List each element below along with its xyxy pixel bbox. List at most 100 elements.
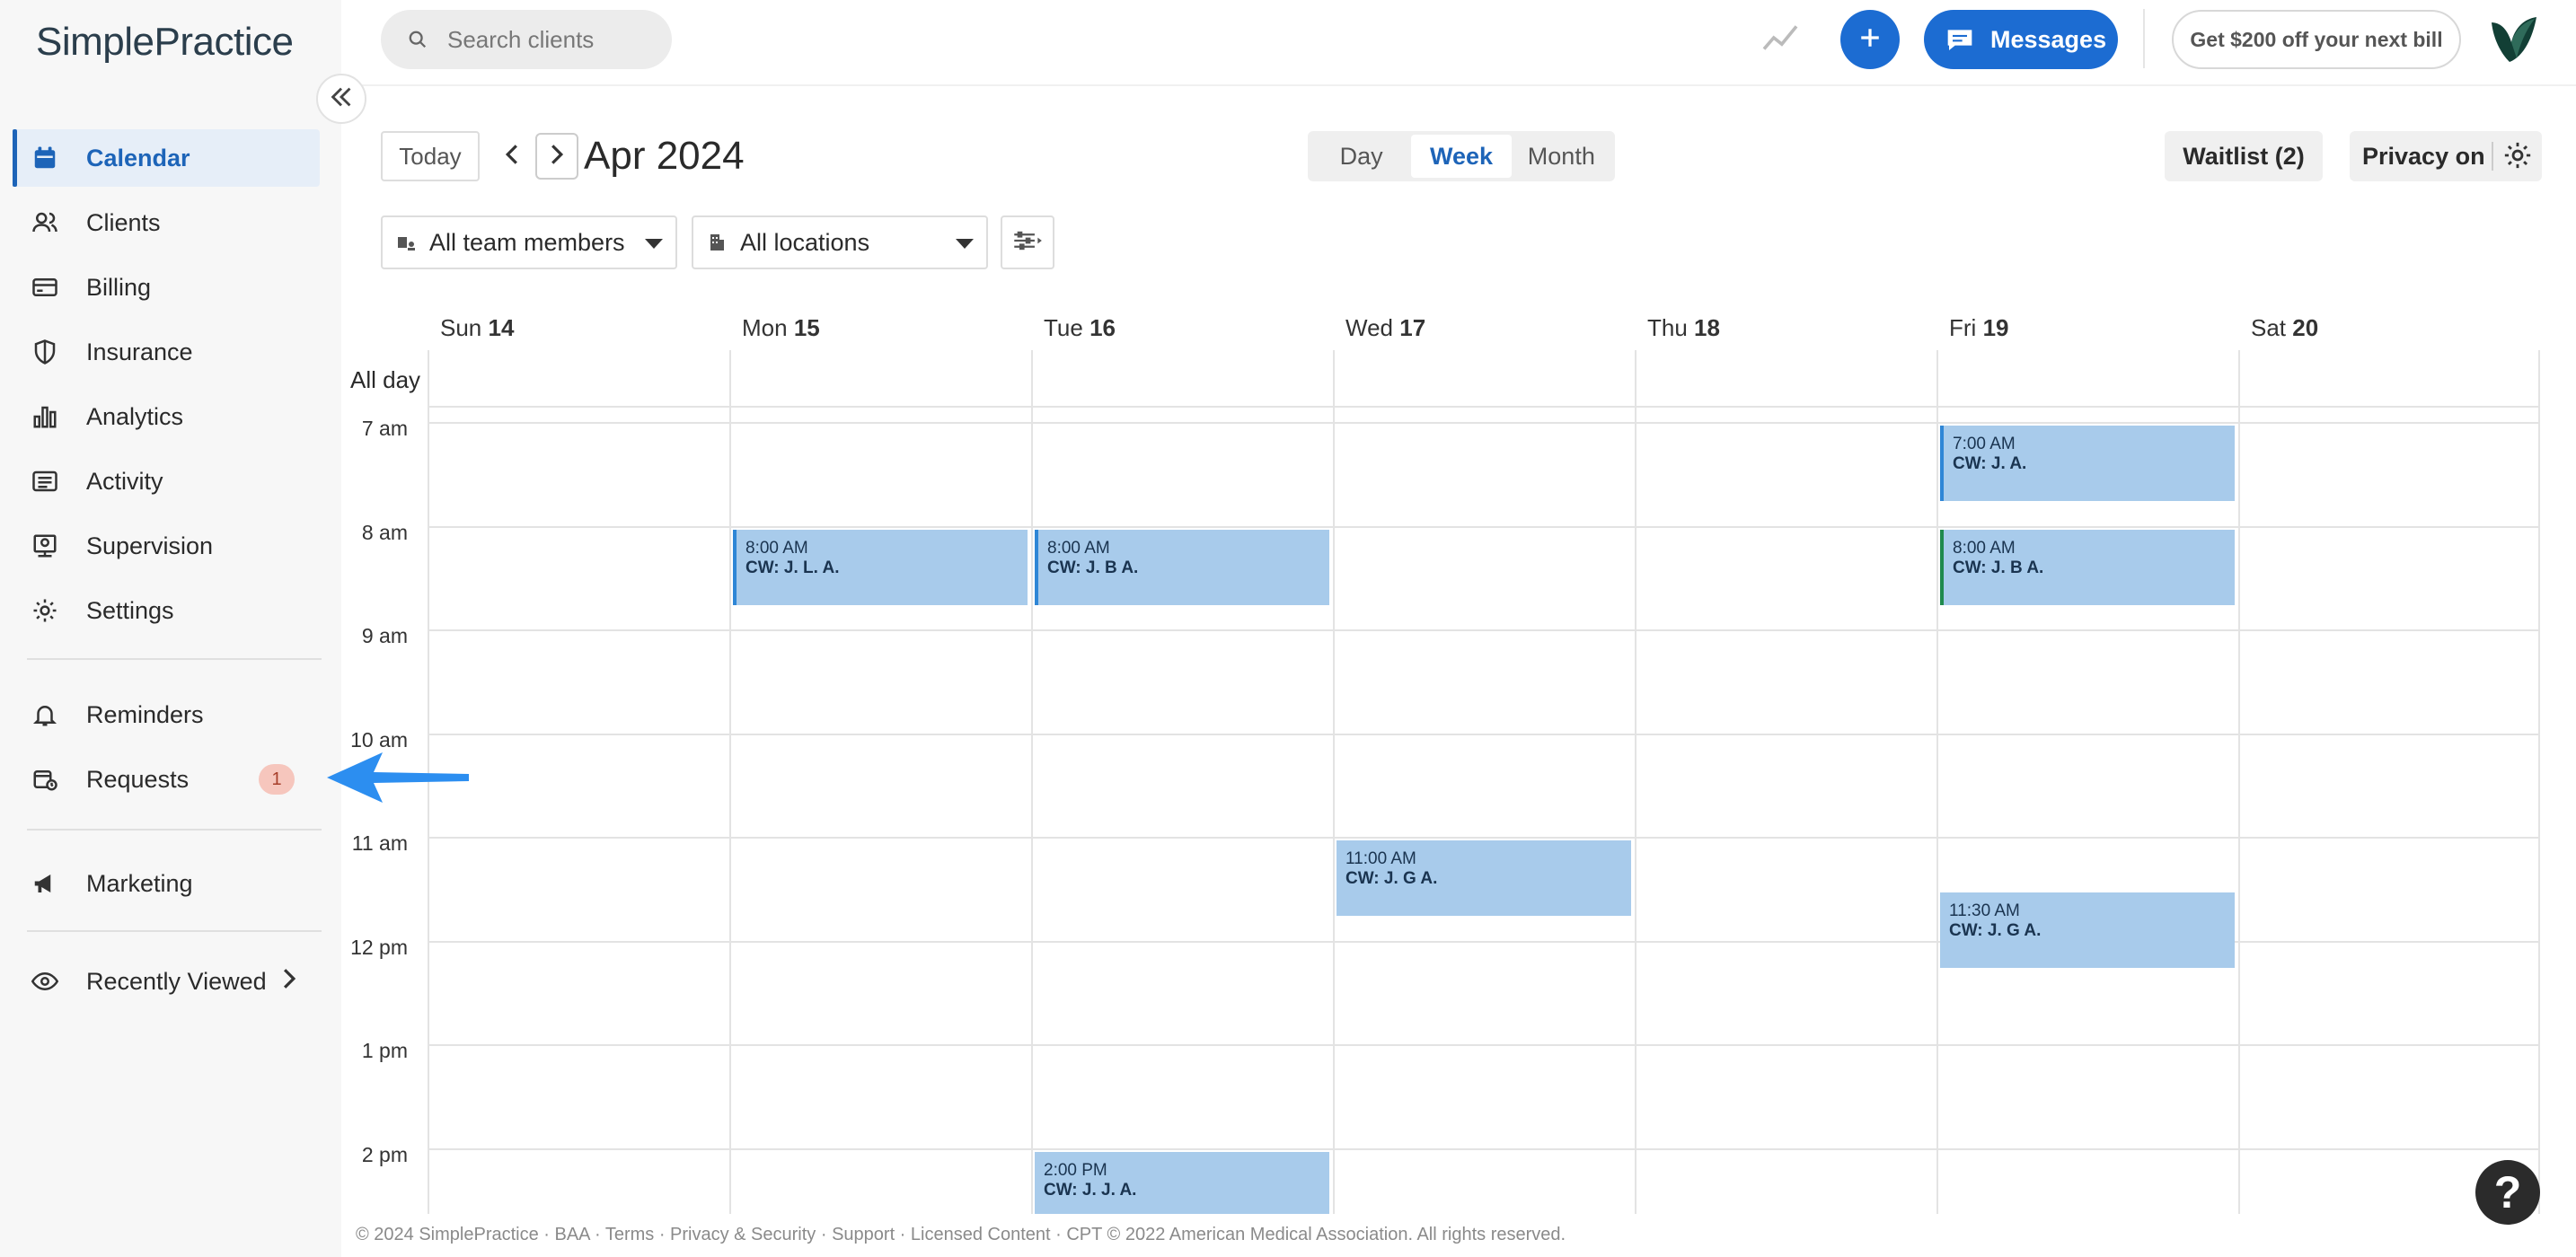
location-select[interactable]: All locations: [692, 215, 988, 269]
day-number: 17: [1399, 314, 1426, 341]
team-icon: [395, 232, 417, 253]
event-client: CW: J. L. A.: [745, 558, 840, 577]
sidebar-item-label: Requests: [86, 765, 190, 793]
sidebar-item-marketing[interactable]: Marketing: [13, 855, 320, 912]
sidebar-item-billing[interactable]: Billing: [13, 259, 320, 316]
hour-label: 8 am: [361, 521, 408, 544]
day-column-divider: [1333, 350, 1335, 1214]
add-button[interactable]: [1840, 10, 1900, 69]
chat-bubble-icon: [1945, 26, 1974, 53]
gear-icon: [31, 596, 59, 625]
day-header[interactable]: Sat 20: [2251, 314, 2318, 342]
building-icon: [706, 232, 728, 253]
sidebar-item-insurance[interactable]: Insurance: [13, 323, 320, 381]
all-day-divider: [428, 406, 2540, 408]
help-button[interactable]: ?: [2475, 1160, 2540, 1225]
sidebar: SimplePractice Calendar Clients Billing …: [0, 0, 341, 1257]
appointment-event[interactable]: 11:00 AM CW: J. G A.: [1337, 840, 1631, 916]
credit-card-icon: [31, 273, 59, 302]
shield-icon: [31, 338, 59, 366]
day-name: Fri: [1949, 314, 1977, 341]
day-name: Wed: [1345, 314, 1393, 341]
sidebar-item-supervision[interactable]: Supervision: [13, 517, 320, 575]
waitlist-button[interactable]: Waitlist (2): [2165, 131, 2323, 181]
day-header[interactable]: Sun 14: [440, 314, 514, 342]
messages-button[interactable]: Messages: [1924, 10, 2118, 69]
appointment-event[interactable]: 7:00 AM CW: J. A.: [1940, 426, 2235, 501]
sidebar-item-settings[interactable]: Settings: [13, 582, 320, 639]
list-icon: [31, 467, 59, 496]
trend-icon[interactable]: [1760, 22, 1800, 58]
event-time: 11:30 AM: [1949, 901, 2020, 920]
event-client: CW: J. B A.: [1953, 558, 2044, 577]
avatar[interactable]: [2488, 13, 2540, 66]
sidebar-item-clients[interactable]: Clients: [13, 194, 320, 251]
appointment-event[interactable]: 8:00 AM CW: J. B A.: [1035, 530, 1329, 605]
appointment-event[interactable]: 8:00 AM CW: J. L. A.: [733, 530, 1028, 605]
team-member-select[interactable]: All team members: [381, 215, 677, 269]
sidebar-item-label: Billing: [86, 273, 152, 301]
appointment-event[interactable]: 11:30 AM CW: J. G A.: [1940, 892, 2235, 968]
sidebar-item-label: Analytics: [86, 402, 184, 430]
day-header[interactable]: Mon 15: [742, 314, 820, 342]
chevron-right-icon: [550, 143, 564, 171]
period-title: Apr 2024: [584, 134, 745, 178]
sidebar-item-recently-viewed[interactable]: Recently Viewed: [13, 953, 320, 1010]
privacy-toggle-button[interactable]: Privacy on: [2350, 131, 2542, 181]
search-placeholder: Search clients: [447, 25, 595, 53]
next-week-button[interactable]: [535, 133, 578, 180]
sidebar-item-label: Reminders: [86, 700, 204, 728]
view-month-button[interactable]: Month: [1512, 135, 1611, 178]
topbar-separator: [2143, 9, 2145, 68]
appointment-event[interactable]: 8:00 AM CW: J. B A.: [1940, 530, 2235, 605]
chevron-right-icon: [280, 967, 298, 997]
caret-down-icon: [956, 239, 974, 249]
hour-label: 2 pm: [361, 1143, 408, 1166]
today-button[interactable]: Today: [381, 131, 480, 181]
hour-line: [428, 1148, 2540, 1150]
hour-line: [428, 1044, 2540, 1046]
sidebar-item-reminders[interactable]: Reminders: [13, 686, 320, 743]
collapse-sidebar-button[interactable]: [316, 74, 366, 124]
sidebar-item-label: Marketing: [86, 869, 193, 897]
sidebar-item-label: Insurance: [86, 338, 193, 365]
day-header[interactable]: Fri 19: [1949, 314, 2008, 342]
plus-icon: [1858, 26, 1882, 54]
day-column-divider: [1635, 350, 1636, 1214]
event-time: 2:00 PM: [1044, 1161, 1107, 1180]
sidebar-item-activity[interactable]: Activity: [13, 453, 320, 510]
previous-week-button[interactable]: [490, 133, 534, 180]
hour-label: 1 pm: [361, 1039, 408, 1062]
event-client: CW: J. G A.: [1949, 921, 2042, 940]
week-calendar-grid[interactable]: All day Sun 14 Mon 15 Tue 16 Wed 17 Thu 18 Fr…: [341, 296, 2540, 1214]
appointment-event[interactable]: 2:00 PM CW: J. J. A.: [1035, 1152, 1329, 1214]
search-input[interactable]: Search clients: [381, 10, 672, 69]
sidebar-item-label: Settings: [86, 596, 174, 624]
day-column-divider: [2238, 350, 2240, 1214]
sidebar-item-label: Activity: [86, 467, 163, 495]
annotation-arrow-icon: [325, 749, 472, 811]
gear-icon[interactable]: [2502, 140, 2533, 171]
sidebar-item-calendar[interactable]: Calendar: [13, 129, 320, 187]
day-column-divider: [1936, 350, 1938, 1214]
team-select-value: All team members: [429, 228, 625, 256]
event-time: 8:00 AM: [1047, 539, 1110, 558]
sidebar-item-label: Calendar: [86, 144, 190, 171]
sidebar-item-analytics[interactable]: Analytics: [13, 388, 320, 445]
day-header[interactable]: Thu 18: [1647, 314, 1720, 342]
day-number: 16: [1090, 314, 1116, 341]
event-time: 8:00 AM: [745, 539, 808, 558]
eye-icon: [31, 967, 59, 996]
promo-button[interactable]: Get $200 off your next bill: [2172, 10, 2461, 69]
day-header[interactable]: Wed 17: [1345, 314, 1425, 342]
calendar-icon: [31, 144, 59, 172]
view-day-button[interactable]: Day: [1311, 135, 1411, 178]
event-time: 11:00 AM: [1345, 849, 1416, 868]
hour-line: [428, 734, 2540, 735]
messages-label: Messages: [1990, 25, 2107, 53]
app-logo[interactable]: SimplePractice: [36, 20, 294, 65]
hour-label: 12 pm: [350, 936, 408, 959]
calendar-settings-button[interactable]: [1001, 215, 1054, 269]
view-week-button[interactable]: Week: [1411, 135, 1512, 178]
day-header[interactable]: Tue 16: [1044, 314, 1116, 342]
